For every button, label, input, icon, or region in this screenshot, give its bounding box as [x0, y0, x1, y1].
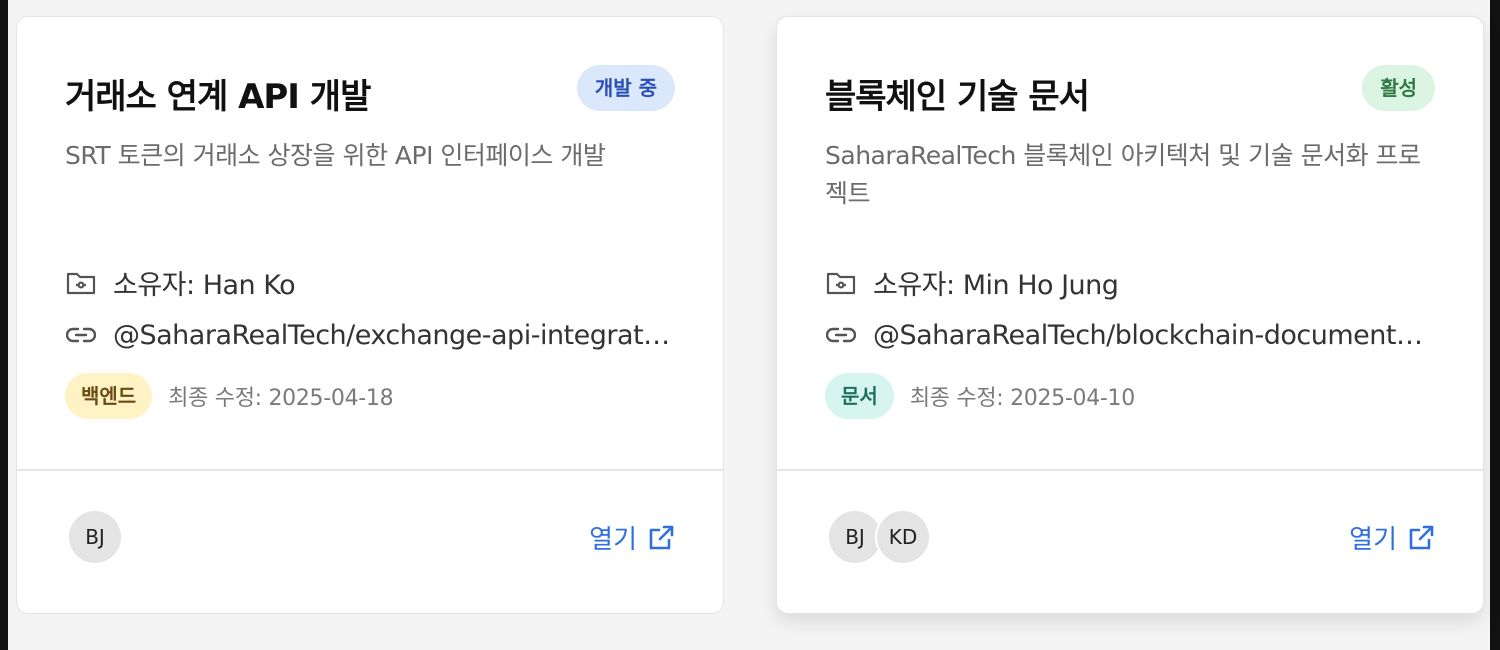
project-card[interactable]: 거래소 연계 API 개발 개발 중 SRT 토큰의 거래소 상장을 위한 AP…: [16, 16, 724, 614]
project-title: 블록체인 기술 문서: [825, 77, 1090, 117]
owner-label: 소유자: Min Ho Jung: [873, 270, 1119, 301]
status-badge: 활성: [1362, 65, 1435, 111]
open-label: 열기: [589, 525, 637, 555]
avatar[interactable]: KD: [875, 509, 931, 565]
folder-icon: [65, 267, 97, 299]
repo-link[interactable]: @SaharaRealTech/exchange-api-integration: [113, 320, 677, 351]
card-body: 거래소 연계 API 개발 개발 중 SRT 토큰의 거래소 상장을 위한 AP…: [17, 17, 723, 469]
tag-row: 백엔드 최종 수정: 2025-04-18: [65, 373, 394, 419]
card-body: 블록체인 기술 문서 활성 SaharaRealTech 블록체인 아키텍처 및…: [777, 17, 1483, 469]
link-icon: [825, 319, 857, 351]
open-label: 열기: [1349, 525, 1397, 555]
last-modified: 최종 수정: 2025-04-10: [909, 386, 1135, 411]
open-button[interactable]: 열기: [589, 519, 675, 556]
last-modified: 최종 수정: 2025-04-18: [168, 386, 394, 411]
external-link-icon: [647, 524, 675, 552]
card-footer: BJ KD 열기: [777, 469, 1483, 613]
window-border-left: [0, 0, 8, 650]
project-card[interactable]: 블록체인 기술 문서 활성 SaharaRealTech 블록체인 아키텍처 및…: [776, 16, 1484, 614]
card-footer: BJ 열기: [17, 469, 723, 613]
window-border-right: [1490, 0, 1500, 650]
owner-row: 소유자: Min Ho Jung: [825, 263, 1119, 302]
status-badge: 개발 중: [576, 65, 675, 111]
project-description: SRT 토큰의 거래소 상장을 위한 API 인터페이스 개발: [65, 141, 606, 170]
link-icon: [65, 319, 97, 351]
project-title: 거래소 연계 API 개발: [65, 77, 371, 117]
external-link-icon: [1407, 524, 1435, 552]
open-button[interactable]: 열기: [1349, 519, 1435, 556]
owner-label: 소유자: Han Ko: [113, 270, 296, 301]
category-tag: 백엔드: [65, 373, 153, 419]
folder-icon: [825, 267, 857, 299]
member-avatars: BJ KD: [827, 509, 931, 565]
owner-row: 소유자: Han Ko: [65, 263, 296, 302]
repo-row[interactable]: @SaharaRealTech/exchange-api-integration: [65, 319, 677, 351]
member-avatars: BJ: [67, 509, 123, 565]
repo-row[interactable]: @SaharaRealTech/blockchain-documentation: [825, 319, 1437, 351]
repo-link[interactable]: @SaharaRealTech/blockchain-documentation: [873, 320, 1437, 351]
project-description: SaharaRealTech 블록체인 아키텍처 및 기술 문서화 프로젝트: [825, 141, 1421, 208]
category-tag: 문서: [825, 373, 894, 419]
avatar[interactable]: BJ: [67, 509, 123, 565]
tag-row: 문서 최종 수정: 2025-04-10: [825, 373, 1135, 419]
